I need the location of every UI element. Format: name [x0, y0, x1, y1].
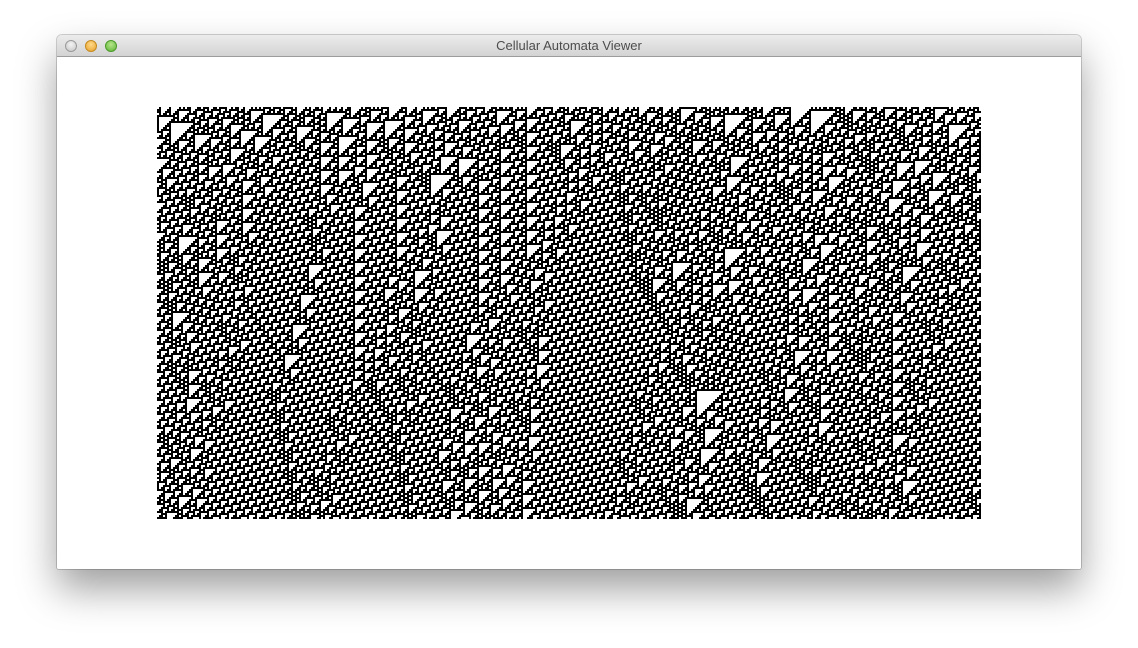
app-window: Cellular Automata Viewer — [57, 35, 1081, 569]
content-area — [57, 57, 1081, 569]
window-title: Cellular Automata Viewer — [496, 38, 642, 53]
title-bar[interactable]: Cellular Automata Viewer — [57, 35, 1081, 57]
automaton-canvas — [157, 107, 981, 519]
